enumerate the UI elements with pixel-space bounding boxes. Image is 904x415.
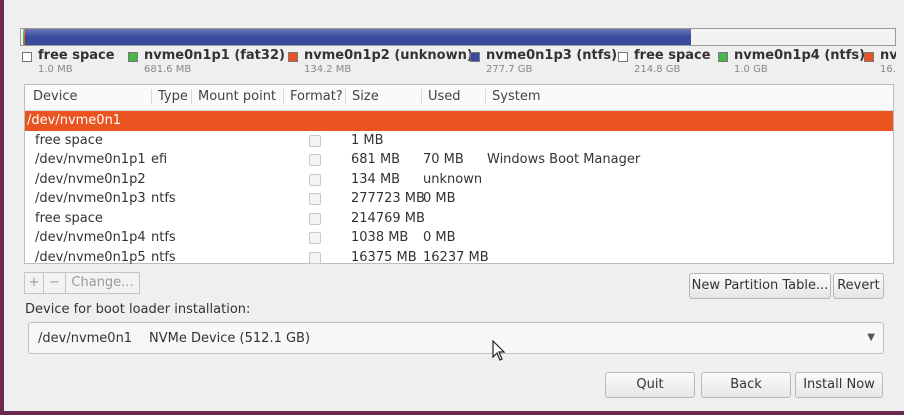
table-row[interactable]: /dev/nvme0n1p1 efi 681 MB 70 MB Windows Boot… <box>25 150 893 170</box>
legend-name: free space <box>634 48 711 63</box>
table-row[interactable]: /dev/nvme0n1 <box>25 111 893 131</box>
cell-size: 214769 MB <box>351 210 425 226</box>
header-used[interactable]: Used <box>421 89 461 104</box>
header-mount-point[interactable]: Mount point <box>191 89 276 104</box>
cell-device: /dev/nvme0n1p2 <box>35 171 146 187</box>
table-row[interactable]: /dev/nvme0n1p2 134 MB unknown <box>25 170 893 190</box>
cell-device: /dev/nvme0n1p5 <box>35 249 146 265</box>
cell-device: /dev/nvme0n1p3 <box>35 191 146 206</box>
legend-name: nvme0n1p2 (unknown) <box>304 48 473 63</box>
header-size[interactable]: Size <box>345 89 379 104</box>
cell-size: 1 MB <box>351 132 384 148</box>
legend-name: nvme0n1p4 (ntfs) <box>734 48 866 63</box>
bootloader-device-description: NVMe Device (512.1 GB) <box>149 331 311 346</box>
legend-name: free space <box>38 48 115 63</box>
cell-device: /dev/nvme0n1p1 <box>35 152 146 167</box>
legend-size: 1.0 MB <box>38 64 73 75</box>
legend-size: 1.0 GB <box>734 64 768 75</box>
revert-button[interactable]: Revert <box>833 273 884 299</box>
cell-used: 0 MB <box>423 191 456 206</box>
legend-size: 214.8 GB <box>634 64 681 75</box>
legend-size: 134.2 MB <box>304 64 352 75</box>
legend-name: nvme0n1p3 (ntfs) <box>486 48 618 63</box>
cell-size: 1038 MB <box>351 230 409 245</box>
new-partition-table-button[interactable]: New Partition Table... <box>689 273 831 299</box>
legend-swatch <box>618 52 628 62</box>
table-row[interactable]: /dev/nvme0n1p5 ntfs 16375 MB 16237 MB <box>25 248 893 268</box>
legend-name: nv <box>880 48 896 63</box>
header-format[interactable]: Format? <box>283 89 343 104</box>
remove-partition-button[interactable]: − <box>44 272 66 294</box>
cell-size: 134 MB <box>351 171 401 187</box>
install-now-button[interactable]: Install Now <box>795 372 883 398</box>
change-partition-button[interactable]: Change... <box>66 272 140 294</box>
partition-legend: free space 1.0 MB nvme0n1p1 (fat32) 681.6 M… <box>22 48 896 82</box>
legend-swatch <box>288 52 298 62</box>
cell-used: 70 MB <box>423 152 464 167</box>
table-body: /dev/nvme0n1 free space 1 MB/dev/nvme0n1p1… <box>25 111 893 267</box>
format-checkbox[interactable] <box>309 154 321 166</box>
back-button[interactable]: Back <box>701 372 791 398</box>
format-checkbox[interactable] <box>309 212 321 225</box>
mouse-cursor-icon <box>492 340 506 361</box>
legend-size: 681.6 MB <box>144 64 192 75</box>
legend-swatch <box>128 52 138 62</box>
legend-swatch <box>470 52 480 62</box>
table-row[interactable]: /dev/nvme0n1p4 ntfs 1038 MB 0 MB <box>25 228 893 248</box>
cell-system: Windows Boot Manager <box>487 152 641 167</box>
cell-device: free space <box>35 132 103 148</box>
cell-type: efi <box>151 152 168 167</box>
bootloader-device-select[interactable]: /dev/nvme0n1 NVMe Device (512.1 GB) ▼ <box>28 322 884 354</box>
partition-dialog: free space 1.0 MB nvme0n1p1 (fat32) 681.6 M… <box>4 0 904 415</box>
format-checkbox[interactable] <box>309 173 321 186</box>
table-header: Device Type Mount point Format? Size Use… <box>25 85 893 111</box>
cell-size: 16375 MB <box>351 249 417 265</box>
cell-device: free space <box>35 210 103 226</box>
cell-used: 0 MB <box>423 230 456 245</box>
partition-bar <box>20 28 896 46</box>
header-type[interactable]: Type <box>151 89 188 104</box>
chevron-down-icon: ▼ <box>867 332 875 343</box>
desktop-background-strip <box>0 411 904 415</box>
legend-swatch <box>22 52 32 62</box>
cell-type: ntfs <box>151 230 176 245</box>
bootloader-device: /dev/nvme0n1 <box>38 331 133 346</box>
partition-table[interactable]: Device Type Mount point Format? Size Use… <box>24 84 894 267</box>
legend-name: nvme0n1p1 (fat32) <box>144 48 285 63</box>
legend-size: 277.7 GB <box>486 64 533 75</box>
header-device[interactable]: Device <box>27 89 77 104</box>
cell-size: 681 MB <box>351 152 401 167</box>
partition-bar-gloss <box>21 29 895 37</box>
legend-size: 16. <box>880 64 896 75</box>
format-checkbox[interactable] <box>309 193 321 205</box>
header-system[interactable]: System <box>485 89 540 104</box>
add-partition-button[interactable]: + <box>24 272 44 294</box>
table-row[interactable]: /dev/nvme0n1p3 ntfs 277723 MB 0 MB <box>25 189 893 209</box>
table-row[interactable]: free space 214769 MB <box>25 209 893 229</box>
legend-swatch <box>864 52 874 62</box>
table-row[interactable]: free space 1 MB <box>25 131 893 151</box>
format-checkbox[interactable] <box>309 232 321 244</box>
format-checkbox[interactable] <box>309 251 321 264</box>
format-checkbox[interactable] <box>309 134 321 147</box>
quit-button[interactable]: Quit <box>605 372 695 398</box>
cell-size: 277723 MB <box>351 191 425 206</box>
cell-used: 16237 MB <box>423 249 489 265</box>
cell-type: ntfs <box>151 249 176 265</box>
cell-device: /dev/nvme0n1p4 <box>35 230 146 245</box>
legend-swatch <box>718 52 728 62</box>
bootloader-label: Device for boot loader installation: <box>25 302 251 317</box>
cell-device: /dev/nvme0n1 <box>27 113 122 128</box>
cell-type: ntfs <box>151 191 176 206</box>
cell-used: unknown <box>423 171 483 187</box>
